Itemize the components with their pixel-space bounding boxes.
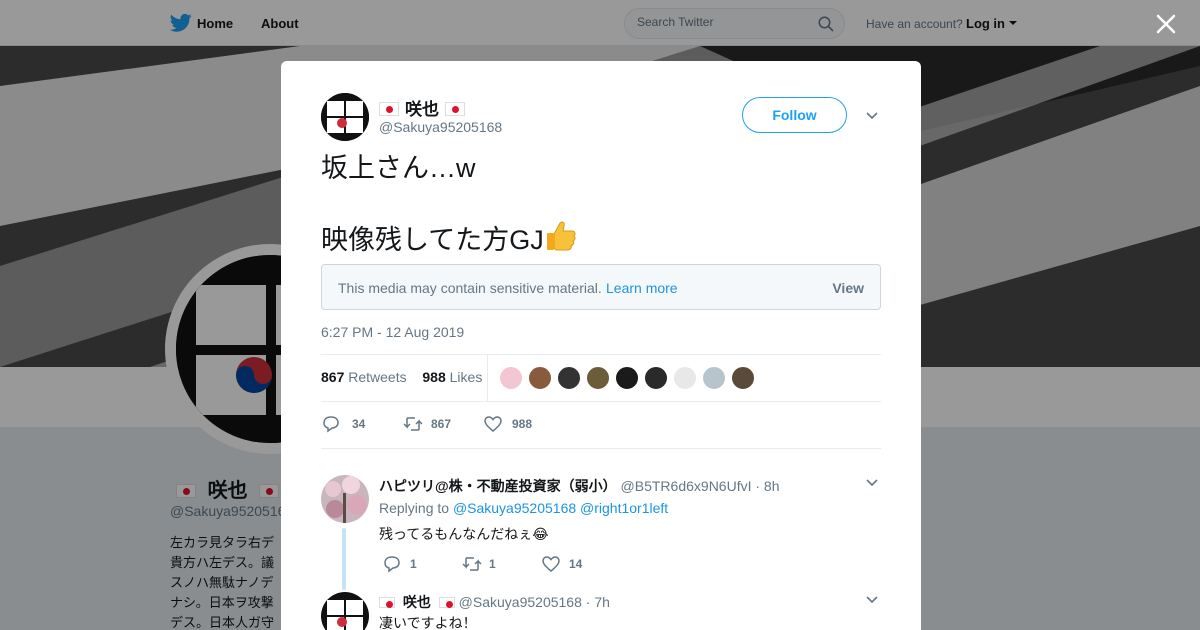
likes-count[interactable]: 988 [422,369,445,385]
divider [321,354,881,355]
reply-author-name[interactable]: 咲也 [403,594,431,610]
chevron-down-icon[interactable] [866,479,878,487]
reply-header: 咲也 @Sakuya95205168 · 7h [379,592,610,612]
retweet-icon [403,417,423,431]
likes-label[interactable]: Likes [450,369,483,385]
divider [321,401,881,402]
liker-avatar[interactable] [731,366,755,390]
liker-avatar[interactable] [615,366,639,390]
retweet-count: 1 [489,557,496,571]
reply-author-handle[interactable]: @Sakuya95205168 [459,594,582,610]
reply-count: 1 [410,557,417,571]
retweet-icon [462,557,482,571]
sensitive-text: This media may contain sensitive materia… [338,280,602,296]
replying-to-links[interactable]: @Sakuya95205168 @right1or1left [453,500,668,516]
divider [321,448,881,449]
liker-avatar[interactable] [557,366,581,390]
liker-avatar[interactable] [499,366,523,390]
tweet-stats: 867 Retweets 988 Likes [321,369,482,385]
reply-header: ハピツリ@株・不動産投資家（弱小） @B5TR6d6x9N6UfvI · 8h [379,476,780,496]
liker-avatar[interactable] [528,366,552,390]
retweet-count: 867 [431,417,452,431]
tweet-timestamp[interactable]: 6:27 PM - 12 Aug 2019 [321,324,464,340]
reply-author-name[interactable]: ハピツリ@株・不動産投資家（弱小） [379,478,617,494]
reply-icon [384,556,400,573]
japan-flag-icon [445,102,465,116]
replying-to: Replying to @Sakuya95205168 @right1or1le… [379,500,669,516]
replies-list: ハピツリ@株・不動産投資家（弱小） @B5TR6d6x9N6UfvI · 8h … [281,456,921,630]
reply-avatar[interactable] [321,475,369,523]
reply-text: 残ってるもんなんだねぇ😂 [379,526,549,542]
liker-avatar[interactable] [644,366,668,390]
stats-separator [487,355,488,401]
tweet-author-avatar[interactable] [321,93,369,141]
like-count: 988 [512,417,533,431]
japan-flag-icon [438,597,455,608]
liker-avatar[interactable] [673,366,697,390]
thumbs-up-icon [546,221,576,251]
follow-button[interactable]: Follow [742,97,847,133]
learn-more-link[interactable]: Learn more [606,280,678,296]
view-media-button[interactable]: View [832,280,864,296]
liker-avatar[interactable] [586,366,610,390]
tweet-modal: 咲也 @Sakuya95205168 Follow 坂上さん…w 映像残してた方… [281,61,921,630]
retweets-label[interactable]: Retweets [348,369,406,385]
reply-text: 凄いですよね！ [379,615,477,630]
chevron-down-icon[interactable] [866,596,878,604]
tweet-text-line2: 映像残してた方GJ [321,219,578,257]
reply-avatar[interactable] [321,592,369,630]
thread-line [342,528,346,590]
reply-time[interactable]: · 8h [755,478,779,494]
japan-flag-icon [379,597,395,608]
sensitive-media-warning: This media may contain sensitive materia… [321,264,881,310]
reply-time[interactable]: · 7h [586,594,610,610]
tweet-text-line1: 坂上さん…w [321,153,476,183]
reply-count: 34 [352,417,366,431]
retweets-count[interactable]: 867 [321,369,344,385]
tweet-author-handle[interactable]: @Sakuya95205168 [379,119,502,135]
liker-avatar[interactable] [702,366,726,390]
close-icon[interactable] [1154,12,1178,36]
tweet-actions: 34 867 988 [321,414,721,434]
reply-icon [323,416,339,433]
heart-icon [484,416,502,432]
chevron-down-icon[interactable] [866,112,878,120]
japan-flag-icon [379,102,399,116]
heart-icon [542,556,560,572]
like-count: 14 [569,557,583,571]
tweet-author-name[interactable]: 咲也 [379,95,465,120]
reply-author-handle[interactable]: @B5TR6d6x9N6UfvI [621,478,752,494]
